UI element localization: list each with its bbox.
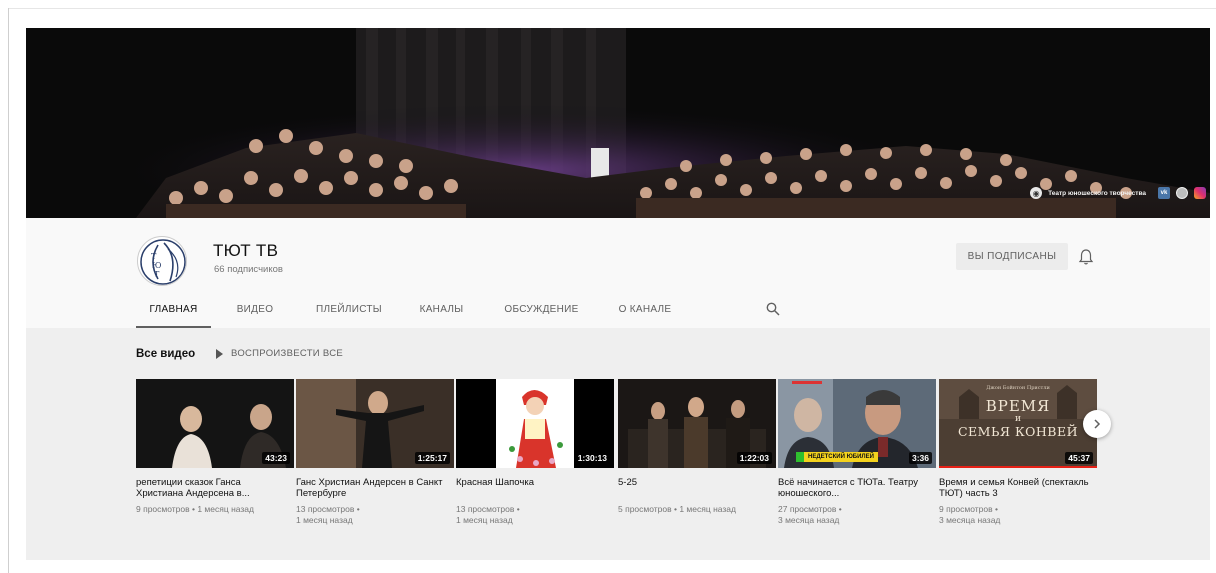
video-thumbnail[interactable]: 43:23: [136, 379, 294, 468]
banner-link-text[interactable]: Театр юношеского творчества: [1048, 190, 1146, 197]
svg-text:Т: Т: [154, 270, 160, 279]
video-date: 3 месяца назад: [778, 515, 840, 525]
notification-bell-icon[interactable]: [1078, 248, 1094, 266]
channel-avatar[interactable]: Т Ю Т: [137, 236, 187, 286]
video-meta: 9 просмотров • 3 месяца назад: [939, 504, 1097, 526]
channel-tabs: ГЛАВНАЯ ВИДЕО ПЛЕЙЛИСТЫ КАНАЛЫ ОБСУЖДЕНИ…: [136, 294, 685, 328]
video-duration: 43:23: [262, 452, 290, 464]
video-thumbnail[interactable]: Джон Бойнтон Пристли ВРЕМЯ и СЕМЬЯ КОНВЕ…: [939, 379, 1097, 468]
play-icon: [216, 348, 223, 359]
video-meta: 13 просмотров • 1 месяц назад: [456, 504, 614, 526]
video-meta: 13 просмотров • 1 месяц назад: [296, 504, 454, 526]
video-title[interactable]: Красная Шапочка: [456, 477, 614, 499]
instagram-icon[interactable]: [1194, 187, 1206, 199]
content-area: Все видео ВОСПРОИЗВЕСТИ ВСЕ 43:23 репети…: [26, 328, 1210, 560]
news-caption: НЕДЕТСКИЙ ЮБИЛЕЙ: [804, 452, 878, 462]
tab-playlists[interactable]: ПЛЕЙЛИСТЫ: [299, 294, 399, 328]
frame-border-left: [8, 8, 9, 573]
video-duration: 1:25:17: [414, 452, 450, 464]
chevron-right-icon: [1094, 419, 1101, 429]
theatre-logo-icon: Т Ю Т: [140, 239, 186, 285]
video-views: 13 просмотров •: [296, 504, 360, 514]
video-title[interactable]: репетиции сказок Ганса Христиана Андерсе…: [136, 477, 294, 499]
video-duration: 1:30:13: [574, 452, 610, 464]
video-views: 9 просмотров •: [939, 504, 998, 514]
play-all-button[interactable]: ВОСПРОИЗВЕСТИ ВСЕ: [216, 348, 343, 359]
thumbnail-title-line: СЕМЬЯ КОНВЕЙ: [957, 424, 1078, 439]
thumbnail-title-overlay: Джон Бойнтон Пристли ВРЕМЯ и СЕМЬЯ КОНВЕ…: [939, 385, 1097, 439]
tab-about[interactable]: О КАНАЛЕ: [605, 294, 685, 328]
play-all-label: ВОСПРОИЗВЕСТИ ВСЕ: [231, 348, 343, 359]
video-duration: 45:37: [1065, 452, 1093, 464]
link-globe-icon[interactable]: ◉: [1030, 187, 1043, 199]
frame-border-top: [8, 8, 1216, 9]
video-duration: 3:36: [908, 452, 932, 464]
thumbnail-title-line: и: [1015, 414, 1021, 424]
video-card[interactable]: 1:30:13 Красная Шапочка 13 просмотров • …: [456, 379, 614, 526]
watch-progress-bar: [939, 466, 1097, 468]
video-date: 1 месяц назад: [456, 515, 513, 525]
thumbnail-title-line: ВРЕМЯ: [985, 397, 1051, 415]
video-views: 27 просмотров •: [778, 504, 842, 514]
tab-channels[interactable]: КАНАЛЫ: [409, 294, 474, 328]
video-views: 13 просмотров •: [456, 504, 520, 514]
tab-discussion[interactable]: ОБСУЖДЕНИЕ: [494, 294, 589, 328]
video-thumbnail[interactable]: 1:30:13: [456, 379, 614, 468]
thumbnail-author: Джон Бойнтон Пристли: [986, 385, 1050, 391]
video-card[interactable]: 43:23 репетиции сказок Ганса Христиана А…: [136, 379, 294, 515]
video-duration: 1:22:03: [736, 452, 772, 464]
channel-name: ТЮТ ТВ: [213, 241, 279, 260]
news-caption-bar: НЕДЕТСКИЙ ЮБИЛЕЙ: [796, 452, 896, 462]
news-logo-icon: [796, 452, 804, 462]
tab-videos[interactable]: ВИДЕО: [225, 294, 285, 328]
video-date: 3 месяца назад: [939, 515, 1001, 525]
search-icon[interactable]: [766, 302, 780, 316]
svg-text:Т: Т: [151, 252, 157, 261]
video-meta: 27 просмотров • 3 месяца назад: [778, 504, 936, 526]
shelf-next-button[interactable]: [1083, 410, 1111, 438]
video-title[interactable]: Время и семья Конвей (спектакль ТЮТ) час…: [939, 477, 1097, 499]
video-thumbnail[interactable]: НЕДЕТСКИЙ ЮБИЛЕЙ 3:36: [778, 379, 936, 468]
shelf-title[interactable]: Все видео: [136, 348, 195, 360]
channel-header: Т Ю Т ТЮТ ТВ 66 подписчиков ВЫ ПОДПИСАНЫ…: [26, 218, 1210, 328]
video-thumbnail[interactable]: 1:25:17: [296, 379, 454, 468]
banner-links: ◉ Театр юношеского творчества vk: [1030, 185, 1206, 201]
channel-banner: ◉ Театр юношеского творчества vk: [26, 28, 1210, 218]
subscriber-count: 66 подписчиков: [214, 264, 283, 275]
tab-home[interactable]: ГЛАВНАЯ: [136, 294, 211, 328]
video-meta: 9 просмотров • 1 месяц назад: [136, 504, 254, 514]
video-card[interactable]: Джон Бойнтон Пристли ВРЕМЯ и СЕМЬЯ КОНВЕ…: [939, 379, 1097, 526]
video-thumbnail[interactable]: 1:22:03: [618, 379, 776, 468]
video-title[interactable]: Ганс Христиан Андерсен в Санкт Петербург…: [296, 477, 454, 499]
video-card[interactable]: 1:22:03 5-25 5 просмотров • 1 месяц наза…: [618, 379, 776, 515]
video-title[interactable]: 5-25: [618, 477, 776, 499]
video-card[interactable]: 1:25:17 Ганс Христиан Андерсен в Санкт П…: [296, 379, 454, 526]
vk-icon[interactable]: vk: [1158, 187, 1170, 199]
video-title[interactable]: Всё начинается с ТЮТа. Театру юношеского…: [778, 477, 936, 499]
video-date: 1 месяц назад: [296, 515, 353, 525]
subscribed-button[interactable]: ВЫ ПОДПИСАНЫ: [956, 243, 1068, 270]
svg-text:Ю: Ю: [152, 261, 162, 270]
globe-icon[interactable]: [1176, 187, 1188, 199]
video-meta: 5 просмотров • 1 месяц назад: [618, 504, 736, 514]
video-card[interactable]: НЕДЕТСКИЙ ЮБИЛЕЙ 3:36 Всё начинается с Т…: [778, 379, 936, 526]
